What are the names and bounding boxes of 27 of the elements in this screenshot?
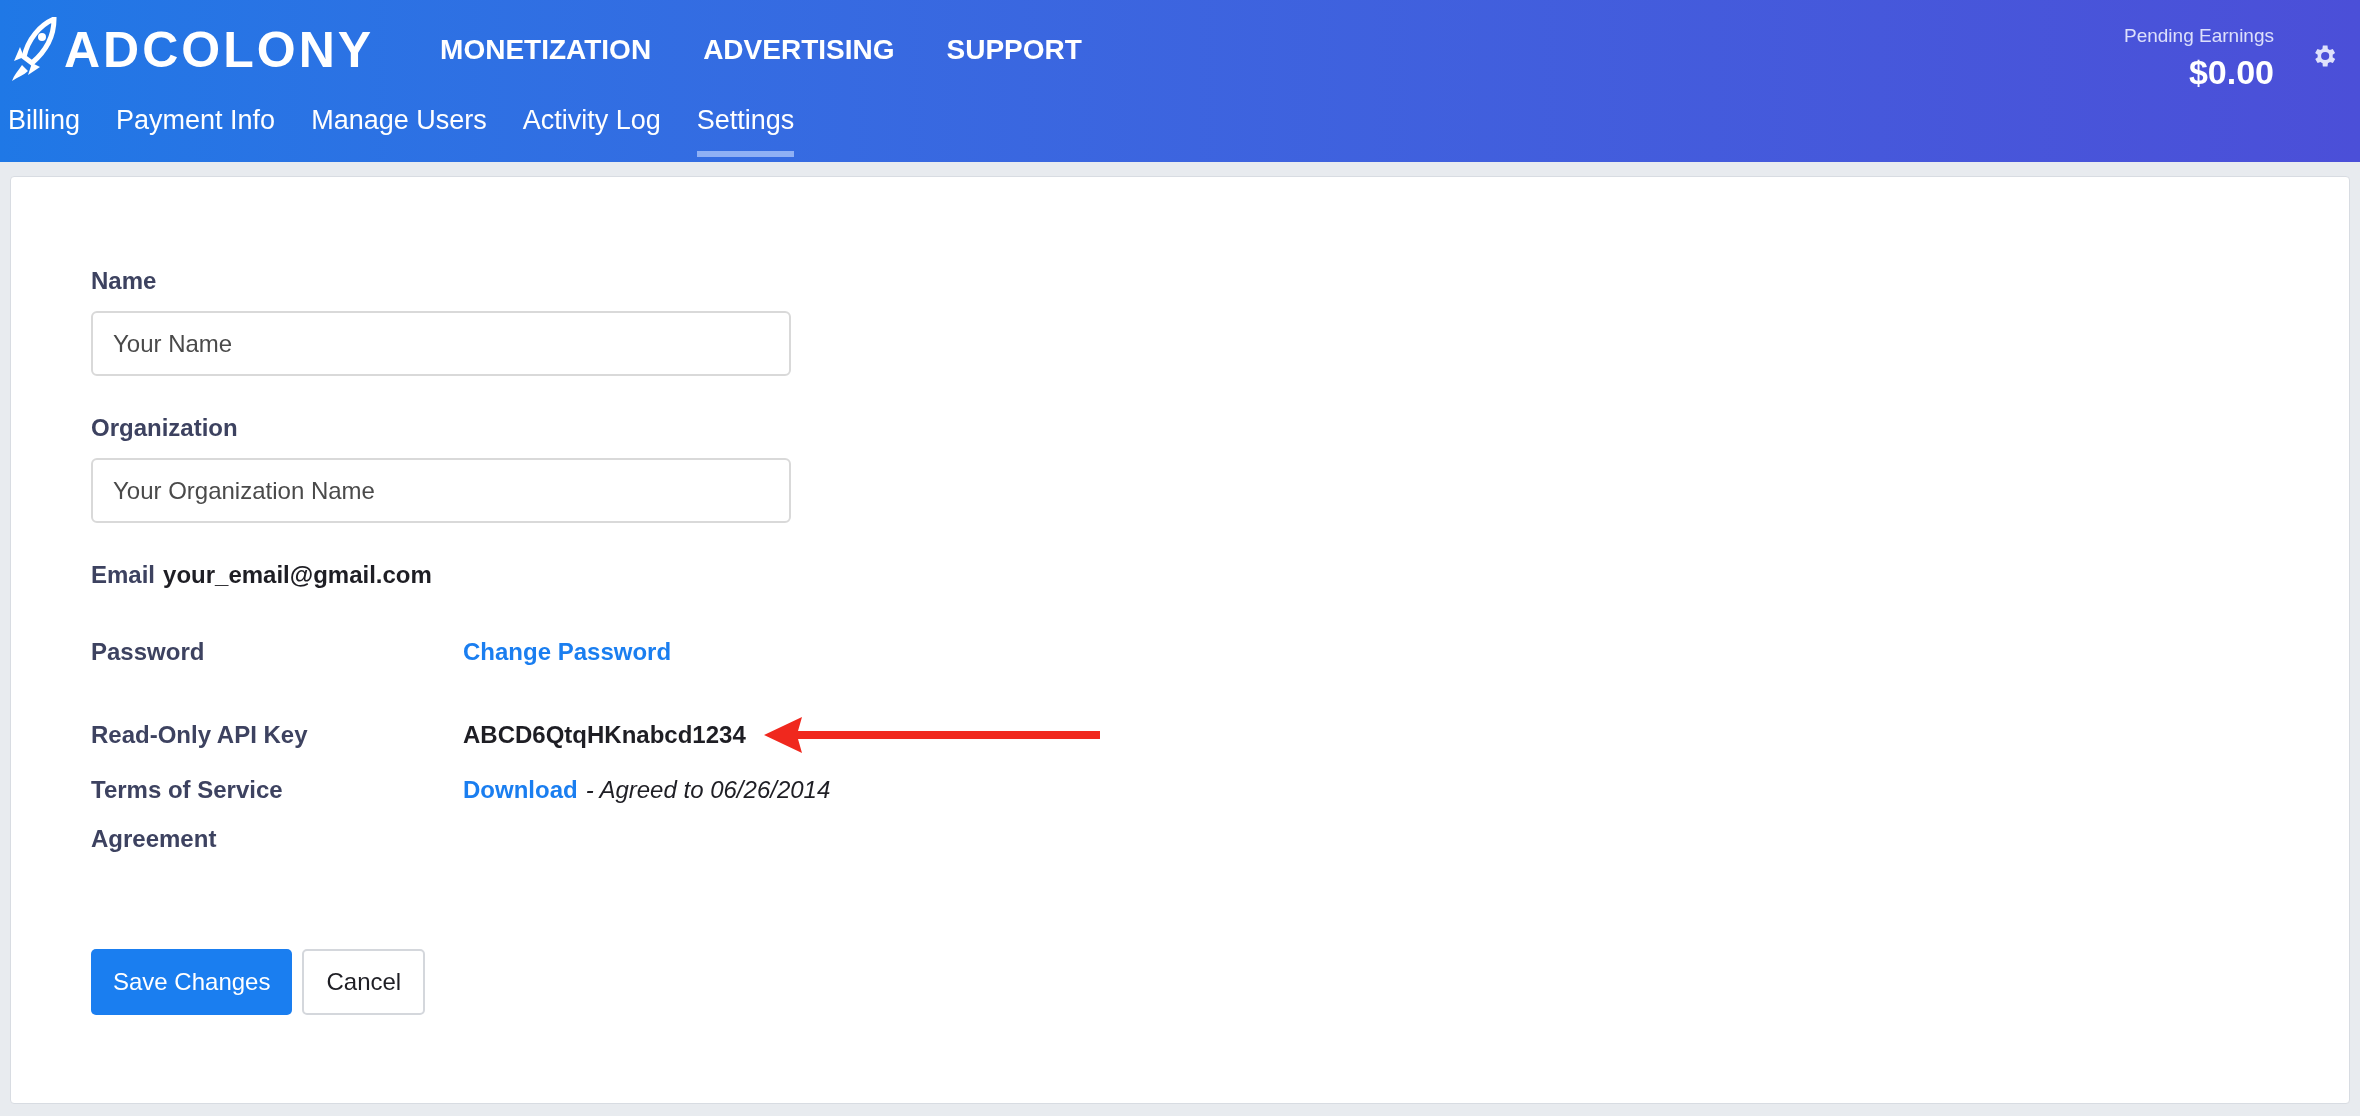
logo-text[interactable]: ADCOLONY (64, 25, 375, 75)
row-label: Password (91, 637, 206, 667)
row-label: Read-Only API Key (91, 720, 309, 750)
email-label: Email (91, 560, 156, 590)
earnings-label: Pending Earnings (2124, 24, 2274, 48)
nav-link[interactable]: MONETIZATION (440, 29, 652, 71)
email-value: your_email@gmail.com (163, 560, 432, 590)
sub-nav-tab[interactable]: Billing (8, 100, 81, 157)
agreement-note: - Agreed to 06/26/2014 (585, 774, 831, 805)
sub-nav-tab[interactable]: Payment Info (116, 100, 276, 157)
change-password-link[interactable]: Change Password (463, 633, 672, 670)
api-key-value: ABCD6QtqHKnabcd1234 (463, 719, 746, 750)
sub-nav-tab[interactable]: Activity Log (522, 100, 661, 157)
input-field[interactable]: Your Organization Name (91, 458, 791, 523)
nav-link[interactable]: SUPPORT (946, 29, 1082, 71)
input-field[interactable]: Your Name (91, 311, 791, 376)
save-button[interactable]: Save Changes (91, 949, 293, 1015)
download-link[interactable]: Download (463, 771, 578, 808)
nav-link[interactable]: ADVERTISING (703, 29, 895, 71)
cancel-button[interactable]: Cancel (302, 949, 426, 1015)
sub-nav-tab[interactable]: Settings (696, 100, 795, 157)
rocket-icon (10, 17, 58, 83)
sub-nav-tab[interactable]: Manage Users (311, 100, 487, 157)
row-label: Terms of Service Agreement (91, 775, 284, 854)
field-label: Name (91, 266, 158, 296)
field-label: Organization (91, 413, 239, 443)
earnings-amount: $0.00 (2188, 51, 2274, 93)
